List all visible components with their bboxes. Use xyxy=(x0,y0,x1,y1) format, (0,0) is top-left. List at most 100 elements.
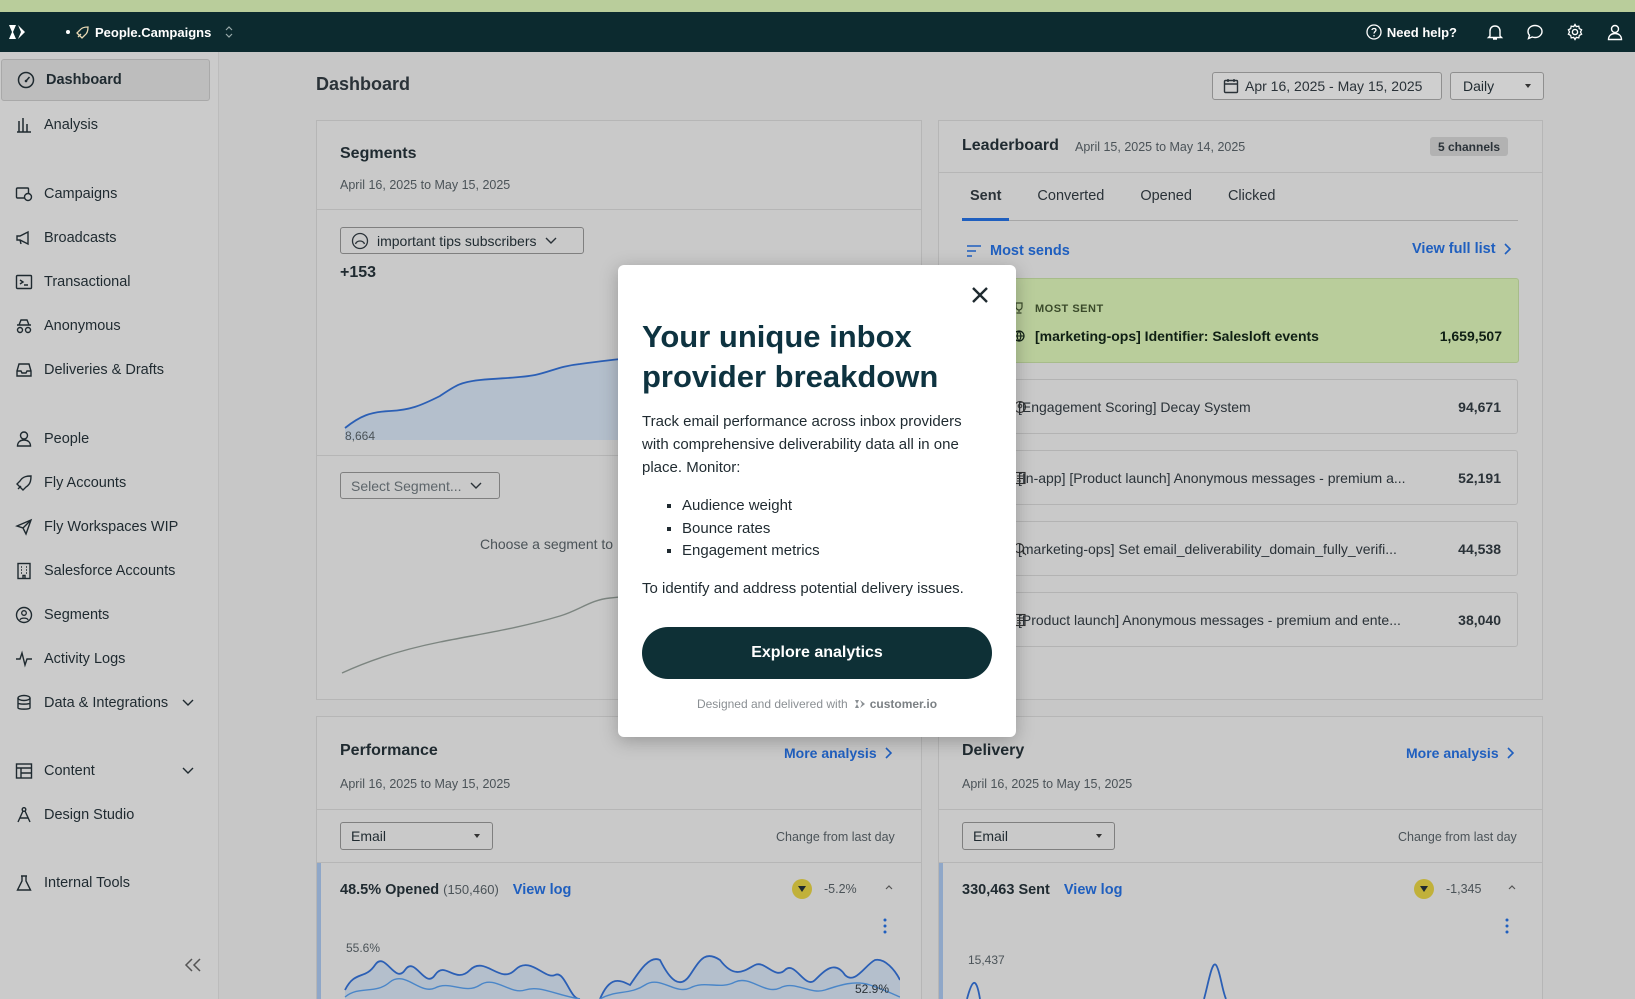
chevron-updown-icon xyxy=(225,26,233,38)
more-vertical-icon[interactable] xyxy=(1505,918,1509,934)
leaderboard-row[interactable]: [marketing-ops] Set email_deliverability… xyxy=(962,521,1518,576)
segment-comparison-chart xyxy=(341,595,630,674)
sort-icon xyxy=(966,245,982,257)
sidebar-item-data-integrations[interactable]: Data & Integrations xyxy=(0,682,210,724)
segment-select[interactable]: important tips subscribers xyxy=(340,227,584,254)
sidebar-item-campaigns[interactable]: Campaigns xyxy=(0,173,210,215)
sidebar-item-deliveries-drafts[interactable]: Deliveries & Drafts xyxy=(0,349,210,391)
segment-delta: +153 xyxy=(340,264,377,281)
gear-icon[interactable] xyxy=(1555,12,1595,52)
sidebar-item-broadcasts[interactable]: Broadcasts xyxy=(0,217,210,259)
modal-title: Your unique inbox provider breakdown xyxy=(642,319,939,394)
need-help-button[interactable]: Need help? xyxy=(1366,24,1457,40)
chevron-down-icon xyxy=(182,699,194,707)
user-icon[interactable] xyxy=(1595,12,1635,52)
collapse-sidebar-icon[interactable] xyxy=(184,958,204,978)
sidebar-item-fly-workspaces[interactable]: Fly Workspaces WIP xyxy=(0,506,210,548)
compass-icon xyxy=(14,805,34,825)
sidebar-item-analysis[interactable]: Analysis xyxy=(0,104,210,146)
delivery-view-log-link[interactable]: View log xyxy=(1064,882,1123,898)
chevron-right-icon xyxy=(1503,243,1512,255)
performance-more-analysis-link[interactable]: More analysis xyxy=(784,745,893,761)
calendar-icon xyxy=(1223,78,1239,94)
opened-metric: 48.5% Opened xyxy=(340,882,440,898)
leaderboard-title: Leaderboard xyxy=(962,137,1059,154)
channels-badge: 5 channels xyxy=(1430,137,1509,156)
sidebar-item-content[interactable]: Content xyxy=(0,750,210,792)
sidebar-item-design-studio[interactable]: Design Studio xyxy=(0,794,210,836)
delivery-more-analysis-link[interactable]: More analysis xyxy=(1406,745,1515,761)
most-sent-value: 1,659,507 xyxy=(1439,328,1502,344)
chevron-up-icon[interactable] xyxy=(1508,884,1516,890)
tab-clicked[interactable]: Clicked xyxy=(1220,182,1284,221)
second-segment-select[interactable]: Select Segment... xyxy=(340,472,500,499)
more-analysis-label: More analysis xyxy=(1406,745,1499,761)
workspace-switcher[interactable]: People.Campaigns xyxy=(66,25,233,40)
date-range-picker[interactable]: Apr 16, 2025 - May 15, 2025 xyxy=(1212,72,1442,100)
sidebar-item-internal-tools[interactable]: Internal Tools xyxy=(0,862,210,904)
view-full-list-link[interactable]: View full list xyxy=(1412,241,1512,257)
sidebar-item-segments[interactable]: Segments xyxy=(0,594,210,636)
segment-icon xyxy=(14,605,34,625)
bell-icon[interactable] xyxy=(1475,12,1515,52)
leaderboard-divider xyxy=(939,172,1542,173)
sidebar-item-label: Broadcasts xyxy=(44,230,117,246)
segments-title: Segments xyxy=(340,145,417,162)
down-arrow-icon xyxy=(792,879,812,899)
sidebar-item-people[interactable]: People xyxy=(0,418,210,460)
modal-bullet: Audience weight xyxy=(682,495,820,518)
sidebar-item-transactional[interactable]: Transactional xyxy=(0,261,210,303)
modal-body: Track email performance across inbox pro… xyxy=(642,413,962,476)
tab-opened[interactable]: Opened xyxy=(1132,182,1200,221)
more-vertical-icon[interactable] xyxy=(883,918,887,934)
sort-most-sends[interactable]: Most sends xyxy=(966,243,1070,259)
app-logo-icon[interactable] xyxy=(0,12,34,52)
performance-accent-bar xyxy=(317,863,321,999)
leaderboard-tabs: Sent Converted Opened Clicked xyxy=(962,182,1518,221)
leaderboard-row-value: 38,040 xyxy=(1458,611,1501,628)
segment-start-value: 8,664 xyxy=(345,429,376,443)
tab-converted[interactable]: Converted xyxy=(1029,182,1112,221)
leaderboard-row[interactable]: [Product launch] Anonymous messages - pr… xyxy=(962,592,1518,647)
sidebar-item-anonymous[interactable]: Anonymous xyxy=(0,305,210,347)
sidebar-item-salesforce-accounts[interactable]: Salesforce Accounts xyxy=(0,550,210,592)
leaderboard-row-name: [marketing-ops] Set email_deliverability… xyxy=(1018,540,1397,557)
sidebar-item-label: Design Studio xyxy=(44,807,135,823)
performance-chart xyxy=(344,955,900,999)
leaderboard-row[interactable]: [Engagement Scoring] Decay System 94,671 xyxy=(962,379,1518,434)
chevron-down-icon xyxy=(545,237,557,245)
database-icon xyxy=(14,693,34,713)
layout-icon xyxy=(14,761,34,781)
frequency-select[interactable]: Daily xyxy=(1450,72,1544,100)
megaphone-icon xyxy=(14,228,34,248)
sidebar-item-label: Transactional xyxy=(44,274,131,290)
leaderboard-row-value: 94,671 xyxy=(1458,398,1501,415)
leaderboard-row[interactable]: [In-app] [Product launch] Anonymous mess… xyxy=(962,450,1518,505)
chevron-up-icon[interactable] xyxy=(885,884,893,890)
modal-bullet: Bounce rates xyxy=(682,518,820,541)
performance-title: Performance xyxy=(340,742,438,759)
caret-down-icon xyxy=(474,834,480,838)
tab-sent[interactable]: Sent xyxy=(962,182,1010,221)
most-sent-highlight[interactable]: MOST SENT [marketing-ops] Identifier: Sa… xyxy=(962,278,1519,363)
channel-value: Email xyxy=(351,828,387,844)
sidebar-item-label: Fly Workspaces WIP xyxy=(44,519,179,535)
performance-delta: -5.2% xyxy=(824,882,857,896)
sidebar-item-fly-accounts[interactable]: Fly Accounts xyxy=(0,462,210,504)
delivery-divider-2 xyxy=(939,862,1542,863)
sort-label: Most sends xyxy=(990,243,1070,259)
chevron-right-icon xyxy=(885,747,893,759)
explore-analytics-button[interactable]: Explore analytics xyxy=(642,627,992,679)
sidebar-item-activity-logs[interactable]: Activity Logs xyxy=(0,638,210,680)
bar-chart-icon xyxy=(14,115,34,135)
performance-channel-select[interactable]: Email xyxy=(340,822,493,850)
delivery-channel-select[interactable]: Email xyxy=(962,822,1115,850)
segment-empty-hint: Choose a segment to xyxy=(480,536,614,552)
customerio-logo-icon xyxy=(854,699,866,709)
chat-icon[interactable] xyxy=(1515,12,1555,52)
close-icon[interactable] xyxy=(968,283,992,307)
performance-view-log-link[interactable]: View log xyxy=(513,882,572,898)
sidebar-item-dashboard[interactable]: Dashboard xyxy=(1,59,210,101)
inbox-icon xyxy=(14,360,34,380)
leaderboard-row-name: [Engagement Scoring] Decay System xyxy=(1018,398,1251,415)
